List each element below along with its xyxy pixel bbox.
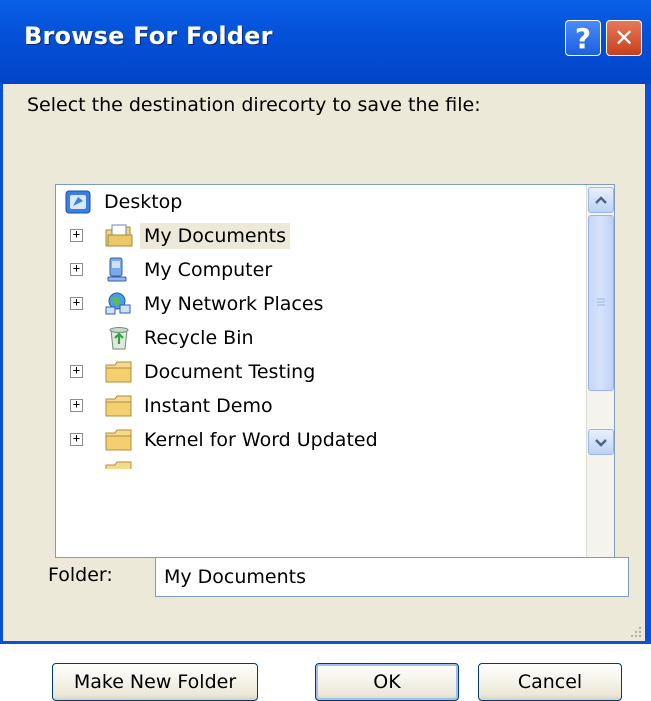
grip-icon: [597, 298, 605, 306]
prompt-text: Select the destination direcorty to save…: [27, 94, 481, 116]
my-documents-icon: [105, 224, 133, 247]
folder-tree[interactable]: Desktop + My Documents + My Computer + M…: [55, 184, 615, 558]
tree-item-document-testing[interactable]: + Document Testing: [56, 355, 576, 389]
network-places-icon: [105, 292, 131, 315]
scroll-thumb[interactable]: [588, 215, 614, 391]
make-new-folder-button[interactable]: Make New Folder: [52, 663, 258, 701]
tree-item-kernel-for-word-updated[interactable]: + Kernel for Word Updated: [56, 423, 576, 457]
cancel-label: Cancel: [517, 671, 583, 693]
help-button[interactable]: ?: [565, 20, 601, 56]
folder-icon: [105, 395, 132, 417]
desktop-icon: [65, 190, 91, 214]
tree-item-partial: [56, 457, 576, 469]
expand-toggle[interactable]: +: [70, 432, 83, 446]
recycle-bin-icon: [109, 327, 129, 350]
tree-item-label: My Network Places: [144, 293, 324, 315]
tree-item-my-network-places[interactable]: + My Network Places: [56, 287, 576, 321]
resize-grip-icon[interactable]: [629, 625, 643, 639]
tree-scrollbar[interactable]: [586, 185, 614, 557]
folder-label: Folder:: [48, 564, 113, 586]
scroll-up-button[interactable]: [588, 187, 614, 213]
dialog-body: Select the destination direcorty to save…: [3, 84, 645, 701]
scroll-down-button[interactable]: [588, 429, 614, 455]
expand-toggle[interactable]: +: [70, 262, 83, 276]
make-new-folder-label: Make New Folder: [73, 671, 237, 693]
cancel-button[interactable]: Cancel: [478, 663, 622, 701]
tree-item-my-computer[interactable]: + My Computer: [56, 253, 576, 287]
folder-icon: [105, 429, 132, 451]
tree-item-instant-demo[interactable]: + Instant Demo: [56, 389, 576, 423]
help-icon: ?: [574, 21, 592, 55]
tree-item-desktop[interactable]: Desktop: [56, 185, 576, 219]
ok-button[interactable]: OK: [315, 663, 459, 701]
close-button[interactable]: ✕: [606, 20, 642, 56]
folder-field[interactable]: [155, 557, 629, 597]
chevron-up-icon: [595, 196, 607, 204]
folder-icon: [105, 461, 132, 469]
tree-item-label: Desktop: [104, 191, 183, 213]
tree-item-label: Document Testing: [144, 361, 316, 383]
expand-toggle[interactable]: +: [70, 364, 83, 378]
close-icon: ✕: [613, 24, 635, 52]
browse-for-folder-dialog: Browse For Folder ? ✕ Select the destina…: [0, 0, 651, 701]
window-title: Browse For Folder: [24, 22, 273, 50]
expand-toggle[interactable]: +: [70, 398, 83, 412]
tree-item-recycle-bin[interactable]: Recycle Bin: [56, 321, 576, 355]
tree-item-label: Kernel for Word Updated: [144, 429, 378, 451]
tree-item-label: My Computer: [144, 259, 273, 281]
folder-icon: [105, 361, 132, 383]
title-bar[interactable]: Browse For Folder ? ✕: [0, 0, 651, 84]
tree-item-label: Recycle Bin: [144, 327, 254, 349]
tree-item-my-documents[interactable]: + My Documents: [56, 219, 576, 253]
chevron-down-icon: [595, 439, 607, 447]
expand-toggle[interactable]: +: [70, 296, 83, 310]
tree-item-label: My Documents: [140, 223, 291, 249]
expand-toggle[interactable]: +: [70, 228, 83, 242]
tree-item-label: Instant Demo: [144, 395, 273, 417]
ok-label: OK: [373, 671, 401, 693]
my-computer-icon: [107, 257, 127, 282]
